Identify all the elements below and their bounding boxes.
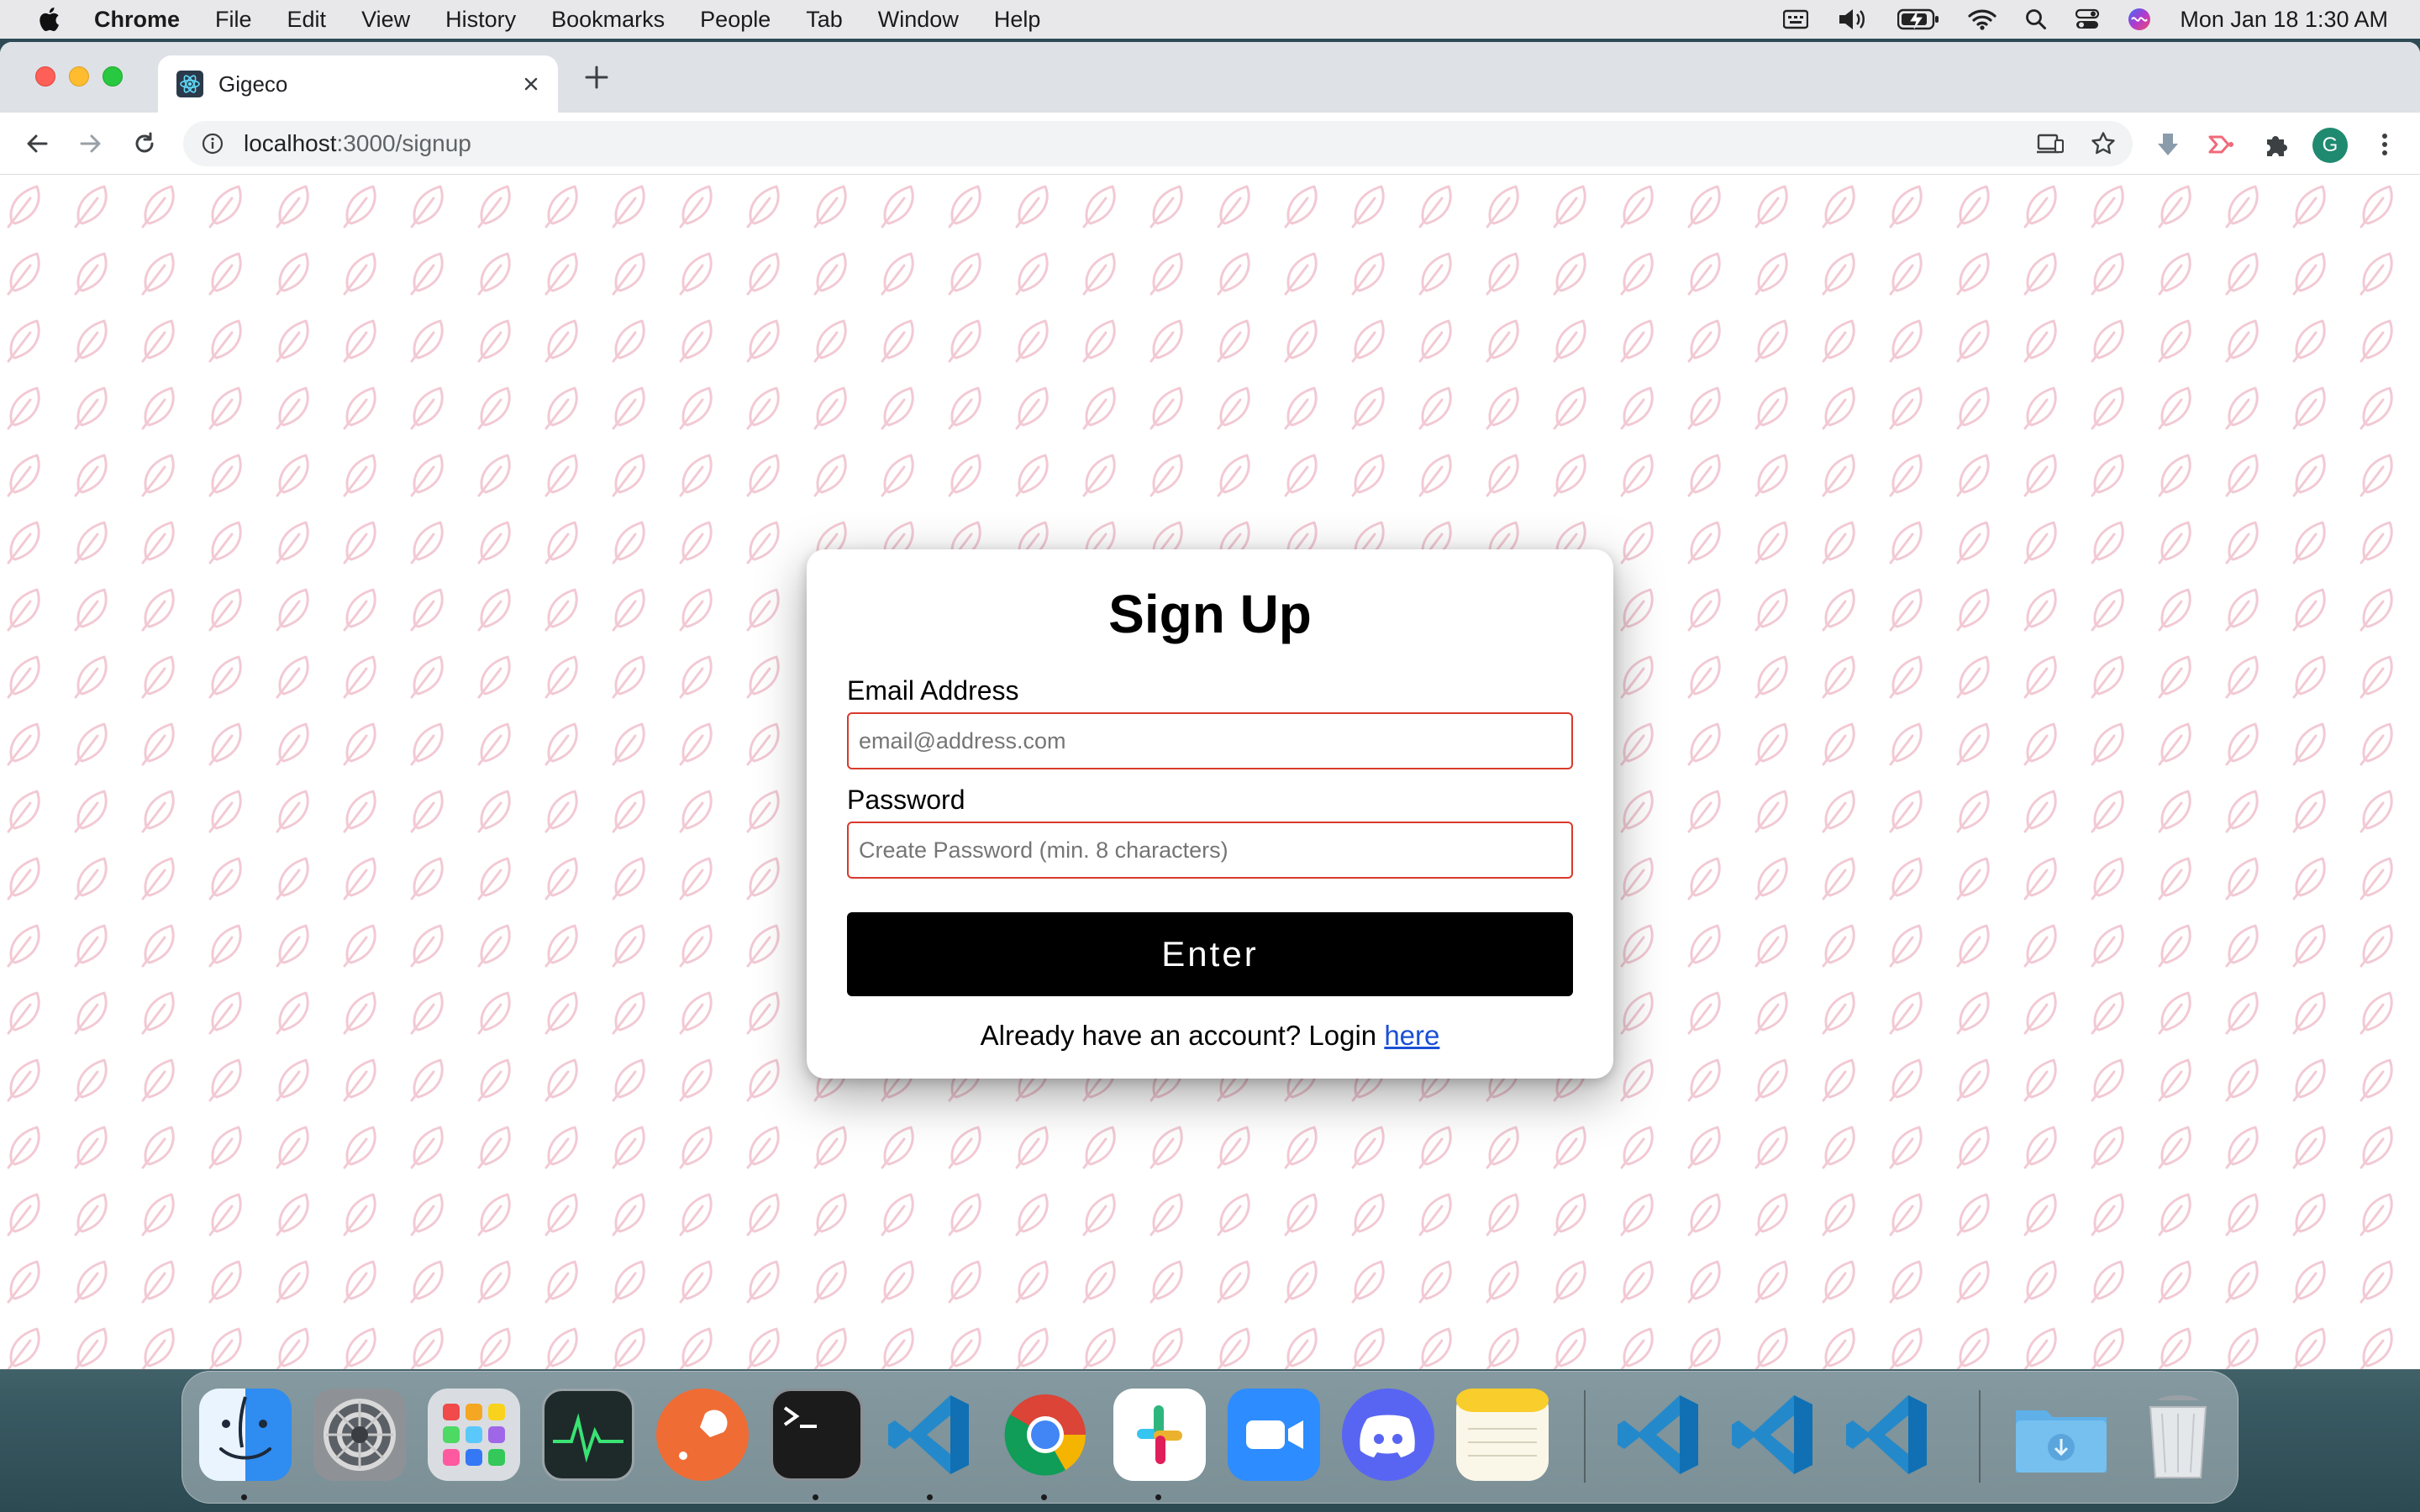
siri-icon[interactable] bbox=[2128, 8, 2151, 31]
postman-icon[interactable] bbox=[656, 1389, 749, 1481]
downloads-folder-icon[interactable] bbox=[2011, 1389, 2107, 1481]
macos-menu-bar: Chrome File Edit View History Bookmarks … bbox=[0, 0, 2420, 39]
reload-icon[interactable] bbox=[129, 129, 160, 159]
bookmark-star-icon[interactable] bbox=[2091, 131, 2116, 156]
launchpad-icon[interactable] bbox=[428, 1389, 520, 1481]
url-path: :3000/signup bbox=[336, 130, 471, 156]
chrome-menu-icon[interactable] bbox=[2368, 128, 2402, 161]
browser-toolbar: localhost:3000/signup G bbox=[0, 113, 2420, 175]
site-info-icon[interactable] bbox=[200, 131, 225, 156]
vscode-icon[interactable] bbox=[885, 1389, 977, 1481]
menu-view[interactable]: View bbox=[361, 7, 410, 33]
window-minimize-button[interactable] bbox=[69, 66, 89, 87]
menu-edit[interactable]: Edit bbox=[287, 7, 327, 33]
control-center-icon[interactable] bbox=[2075, 8, 2100, 30]
menu-help[interactable]: Help bbox=[994, 7, 1041, 33]
discord-icon[interactable] bbox=[1342, 1389, 1434, 1481]
chrome-running-dot bbox=[1041, 1494, 1047, 1500]
react-favicon-icon bbox=[176, 71, 203, 97]
activity-monitor-icon[interactable] bbox=[542, 1389, 634, 1481]
keyboard-input-icon[interactable] bbox=[1783, 9, 1809, 29]
battery-charging-icon[interactable] bbox=[1897, 8, 1939, 30]
tab-title: Gigeco bbox=[218, 71, 288, 97]
wifi-icon[interactable] bbox=[1968, 8, 1996, 30]
back-arrow-icon[interactable] bbox=[22, 129, 52, 159]
signup-page: Sign Up Email Address Password Enter Alr… bbox=[0, 175, 2420, 1369]
terminal-running-dot bbox=[813, 1494, 818, 1500]
chrome-window: Gigeco localhost:3000/signup G Sign Up E… bbox=[0, 42, 2420, 1369]
menu-bookmarks[interactable]: Bookmarks bbox=[551, 7, 665, 33]
forward-arrow-icon[interactable] bbox=[76, 129, 106, 159]
volume-icon[interactable] bbox=[1837, 8, 1869, 31]
email-label: Email Address bbox=[847, 675, 1019, 706]
menu-clock[interactable]: Mon Jan 18 1:30 AM bbox=[2180, 7, 2388, 33]
new-tab-icon[interactable] bbox=[580, 60, 613, 94]
password-label: Password bbox=[847, 785, 965, 815]
vscode-window-icon[interactable] bbox=[1614, 1389, 1707, 1481]
dock-separator bbox=[1584, 1390, 1586, 1483]
chrome-icon[interactable] bbox=[999, 1389, 1092, 1481]
trash-icon[interactable] bbox=[2132, 1389, 2224, 1481]
menu-people[interactable]: People bbox=[700, 7, 771, 33]
profile-avatar[interactable]: G bbox=[2312, 128, 2348, 163]
url-host: localhost bbox=[244, 130, 337, 156]
login-prompt: Already have an account? Login here bbox=[807, 1020, 1613, 1052]
url-text: localhost:3000/signup bbox=[244, 130, 471, 157]
cast-device-icon[interactable] bbox=[2037, 132, 2064, 155]
window-maximize-button[interactable] bbox=[103, 66, 123, 87]
tab-gigeco[interactable]: Gigeco bbox=[158, 55, 558, 113]
enter-button[interactable]: Enter bbox=[847, 912, 1573, 996]
system-preferences-icon[interactable] bbox=[313, 1389, 406, 1481]
slack-icon[interactable] bbox=[1113, 1389, 1206, 1481]
notes-icon[interactable] bbox=[1456, 1389, 1549, 1481]
menu-file[interactable]: File bbox=[215, 7, 252, 33]
vscode-running-dot bbox=[927, 1494, 933, 1500]
password-field[interactable] bbox=[847, 822, 1573, 879]
zoom-icon[interactable] bbox=[1228, 1389, 1320, 1481]
apple-menu-icon[interactable] bbox=[35, 5, 60, 34]
tab-strip: Gigeco bbox=[0, 42, 2420, 113]
page-title: Sign Up bbox=[1108, 584, 1312, 644]
signup-card: Sign Up Email Address Password Enter Alr… bbox=[807, 549, 1613, 1079]
menu-tab[interactable]: Tab bbox=[806, 7, 843, 33]
email-field[interactable] bbox=[847, 712, 1573, 769]
menu-history[interactable]: History bbox=[445, 7, 516, 33]
login-here-link[interactable]: here bbox=[1384, 1020, 1439, 1051]
extension-download-icon[interactable] bbox=[2151, 128, 2185, 161]
login-prompt-text: Already have an account? Login bbox=[980, 1020, 1377, 1051]
menu-app-name[interactable]: Chrome bbox=[94, 7, 180, 33]
extensions-puzzle-icon[interactable] bbox=[2259, 128, 2292, 161]
window-close-button[interactable] bbox=[35, 66, 55, 87]
spotlight-search-icon[interactable] bbox=[2025, 8, 2047, 30]
slack-running-dot bbox=[1155, 1494, 1161, 1500]
vscode-window-icon[interactable] bbox=[1843, 1389, 1935, 1481]
terminal-icon[interactable] bbox=[771, 1389, 863, 1481]
address-bar[interactable]: localhost:3000/signup bbox=[183, 121, 2133, 166]
menu-window[interactable]: Window bbox=[878, 7, 959, 33]
finder-running-dot bbox=[241, 1494, 247, 1500]
vscode-window-icon[interactable] bbox=[1728, 1389, 1821, 1481]
extension-redirect-icon[interactable] bbox=[2205, 128, 2238, 161]
finder-icon[interactable] bbox=[199, 1389, 292, 1481]
dock-separator bbox=[1979, 1390, 1981, 1483]
tab-close-icon[interactable] bbox=[518, 71, 544, 97]
macos-dock bbox=[182, 1371, 2238, 1504]
